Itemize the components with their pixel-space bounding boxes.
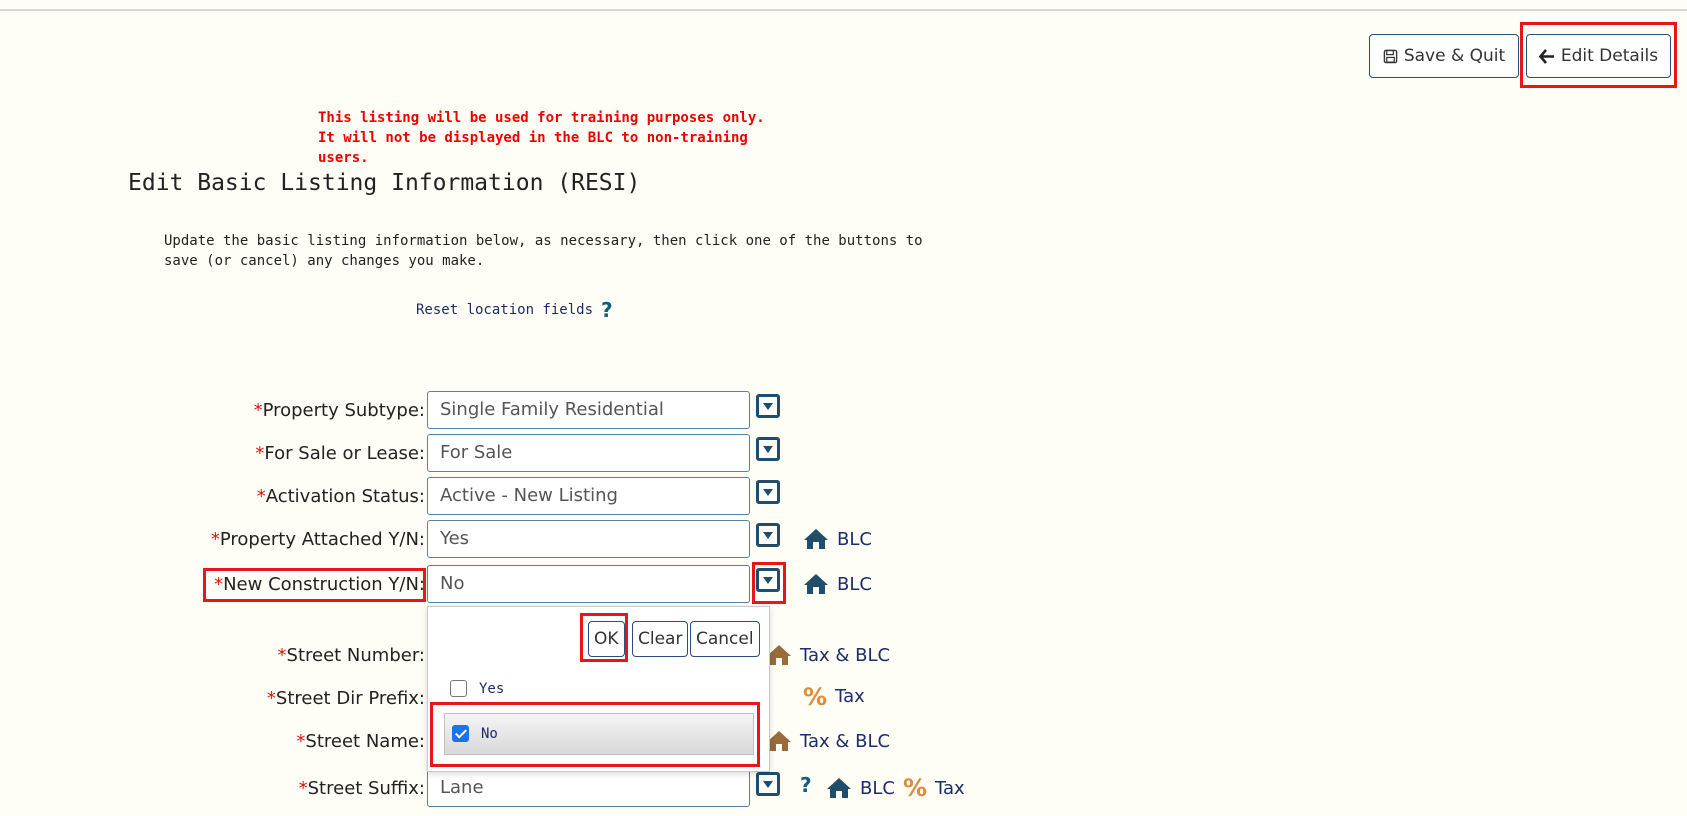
option-label: Yes	[479, 680, 505, 697]
blc-tag: BLC	[803, 572, 872, 596]
field-label: *Street Dir Prefix:	[266, 688, 425, 709]
field-label: *Property Subtype:	[253, 400, 425, 421]
new-construction-popup: OK Clear Cancel Yes No	[427, 606, 770, 772]
field-label: *Street Number:	[277, 645, 425, 666]
field-activation-status: *Activation Status: Active - New Listing	[0, 477, 1000, 515]
field-property-attached: *Property Attached Y/N: Yes BLC	[0, 520, 1000, 558]
tax-blc-tag: Tax & BLC	[766, 643, 890, 667]
edit-details-label: Edit Details	[1560, 46, 1659, 66]
property-attached-input[interactable]: Yes	[427, 520, 750, 558]
new-construction-input[interactable]: No	[427, 565, 750, 603]
option-no[interactable]: No	[452, 725, 498, 742]
dropdown-icon[interactable]	[756, 437, 780, 461]
for-sale-or-lease-input[interactable]: For Sale	[427, 434, 750, 472]
property-subtype-input[interactable]: Single Family Residential	[427, 391, 750, 429]
field-label: *For Sale or Lease:	[255, 443, 425, 464]
save-icon	[1383, 49, 1398, 63]
reset-location-link[interactable]: Reset location fields	[416, 302, 593, 318]
percent-icon: %	[803, 682, 828, 711]
training-warning: This listing will be used for training p…	[318, 110, 765, 166]
activation-status-input[interactable]: Active - New Listing	[427, 477, 750, 515]
field-label: *Street Suffix:	[298, 778, 425, 799]
page-title: Edit Basic Listing Information (RESI)	[128, 170, 641, 196]
field-label: *Property Attached Y/N:	[210, 529, 425, 550]
help-icon[interactable]: ?	[800, 773, 812, 797]
clear-button[interactable]: Clear	[632, 621, 689, 657]
arrow-left-icon	[1538, 48, 1554, 64]
dropdown-icon[interactable]	[756, 480, 780, 504]
tax-blc-tag: Tax & BLC	[766, 729, 890, 753]
save-quit-button[interactable]: Save & Quit	[1369, 34, 1519, 78]
field-street-suffix: *Street Suffix: Lane ? BLC % Tax	[0, 769, 1000, 807]
field-label: *Activation Status:	[256, 486, 425, 507]
blc-tag: BLC	[803, 527, 872, 551]
option-label: No	[481, 725, 498, 742]
ok-button[interactable]: OK	[588, 621, 625, 657]
yes-checkbox[interactable]	[450, 680, 467, 697]
cancel-button[interactable]: Cancel	[690, 621, 760, 657]
dropdown-icon[interactable]	[756, 568, 780, 592]
edit-details-button[interactable]: Edit Details	[1526, 34, 1671, 78]
reset-location-row: Reset location fields ?	[416, 298, 613, 322]
field-for-sale-or-lease: *For Sale or Lease: For Sale	[0, 434, 1000, 472]
house-icon	[804, 574, 828, 594]
tax-tag: % Tax	[803, 682, 865, 711]
option-yes[interactable]: Yes	[450, 680, 504, 697]
page-description: Update the basic listing information bel…	[164, 233, 923, 269]
top-divider	[0, 9, 1687, 11]
blc-tax-tag: BLC % Tax	[826, 776, 965, 800]
percent-icon: %	[902, 774, 927, 802]
street-suffix-input[interactable]: Lane	[427, 769, 750, 807]
help-icon[interactable]: ?	[601, 298, 613, 322]
field-label: *Street Name:	[296, 731, 425, 752]
house-icon	[804, 529, 828, 549]
no-checkbox[interactable]	[452, 725, 469, 742]
dropdown-icon[interactable]	[756, 772, 780, 796]
house-icon	[827, 778, 851, 798]
dropdown-icon[interactable]	[756, 523, 780, 547]
field-label: *New Construction Y/N:	[214, 574, 425, 595]
field-new-construction: *New Construction Y/N: No BLC	[0, 565, 1000, 603]
save-quit-label: Save & Quit	[1403, 46, 1506, 66]
field-property-subtype: *Property Subtype: Single Family Residen…	[0, 391, 1000, 429]
dropdown-icon[interactable]	[756, 394, 780, 418]
